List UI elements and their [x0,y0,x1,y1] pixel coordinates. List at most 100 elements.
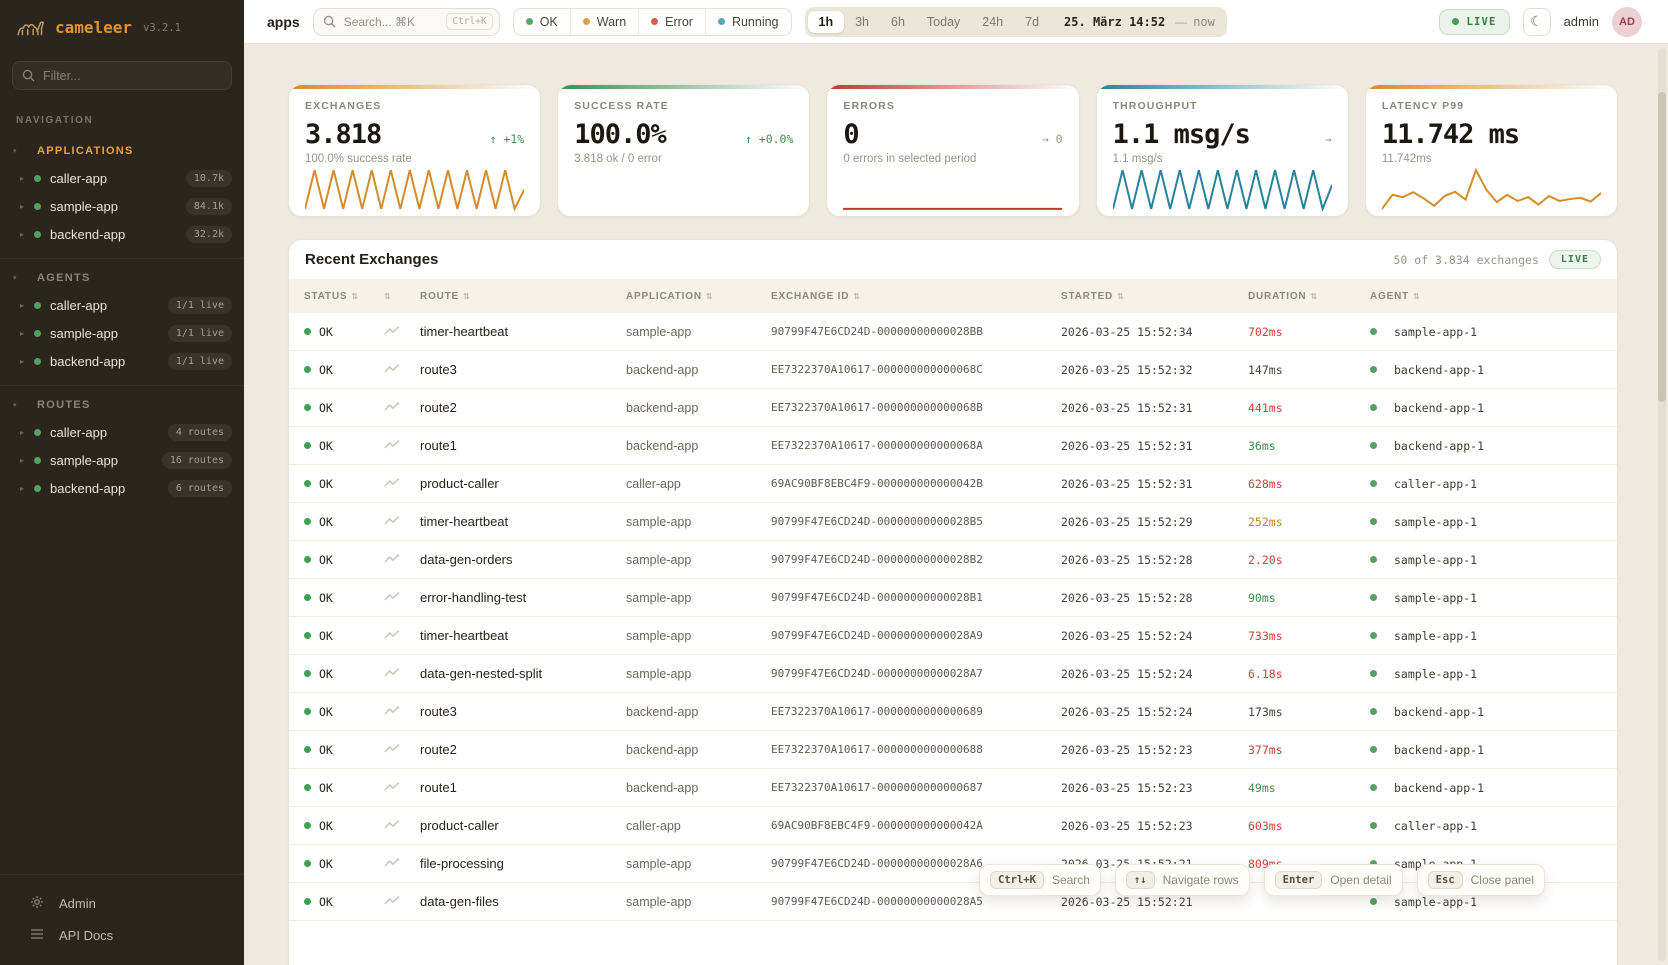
theme-toggle-button[interactable]: ☾ [1523,8,1551,36]
status-filter-error[interactable]: Error [638,9,705,35]
item-count-badge: 4 routes [168,424,232,441]
table-header: Recent Exchanges 50 of 3.834 exchanges L… [289,240,1617,279]
table-row[interactable]: OKroute2backend-appEE7322370A10617-00000… [289,389,1617,427]
agent-cell: sample-app-1 [1370,325,1617,339]
table-row[interactable]: OKtimer-heartbeatsample-app90799F47E6CD2… [289,503,1617,541]
item-label: backend-app [50,481,125,496]
column-header-application[interactable]: APPLICATION⇅ [626,291,771,302]
status-cell: OK [304,515,384,529]
sidebar-item-agents-backend-app[interactable]: ▸backend-app1/1 live [0,347,244,375]
status-filter-group: OKWarn Error Running [513,8,792,36]
column-header-agent[interactable]: AGENT⇅ [1370,291,1617,302]
table-row[interactable]: OKtimer-heartbeatsample-app90799F47E6CD2… [289,313,1617,351]
time-range-6h[interactable]: 6h [880,11,916,33]
table-row[interactable]: OKproduct-callercaller-app69AC90BF8EBC4F… [289,807,1617,845]
section-label: APPLICATIONS [37,145,134,157]
status-filter-label: Error [665,15,693,29]
trend-icon [384,665,420,683]
route-cell: route1 [420,438,626,453]
column-header-status[interactable]: STATUS⇅ [304,291,384,302]
exchange-id-cell: 90799F47E6CD24D-00000000000028BB [771,325,1061,338]
chevron-right-icon: ▸ [20,230,34,239]
column-header-trend[interactable]: ⇅ [384,292,420,301]
sidebar-item-applications-sample-app[interactable]: ▸sample-app84.1k [0,192,244,220]
time-range-3h[interactable]: 3h [844,11,880,33]
table-row[interactable]: OKdata-gen-nested-splitsample-app90799F4… [289,655,1617,693]
scrollbar-track [1658,48,1666,961]
column-header-exchange-id[interactable]: EXCHANGE ID⇅ [771,291,1061,302]
status-filter-warn[interactable]: Warn [570,9,638,35]
item-label: sample-app [50,199,118,214]
status-filter-running[interactable]: Running [705,9,791,35]
scrollbar-thumb[interactable] [1658,92,1666,402]
table-count: 50 of 3.834 exchanges [1394,253,1539,267]
column-header-duration[interactable]: DURATION⇅ [1248,291,1370,302]
table-row[interactable]: OKroute2backend-appEE7322370A10617-00000… [289,731,1617,769]
item-count-badge: 1/1 live [168,325,232,342]
chevron-right-icon: ▸ [20,301,34,310]
started-cell: 2026-03-25 15:52:23 [1061,781,1248,795]
agent-status-dot [1370,366,1377,373]
sidebar-item-agents-caller-app[interactable]: ▸caller-app1/1 live [0,291,244,319]
global-search[interactable]: Ctrl+K [313,8,500,36]
section-header-routes[interactable]: ▾ROUTES [0,394,244,418]
sidebar-item-routes-backend-app[interactable]: ▸backend-app6 routes [0,474,244,502]
sidebar-item-routes-sample-app[interactable]: ▸sample-app16 routes [0,446,244,474]
status-label: OK [319,439,333,453]
trend-icon [384,399,420,417]
table-row[interactable]: OKroute3backend-appEE7322370A10617-00000… [289,351,1617,389]
route-cell: route2 [420,742,626,757]
sidebar-footer-admin[interactable]: Admin [0,887,244,920]
card-accent-strip [1366,85,1617,89]
avatar[interactable]: AD [1612,7,1642,37]
column-header-route[interactable]: ROUTE⇅ [420,291,626,302]
table-row[interactable]: OKdata-gen-orderssample-app90799F47E6CD2… [289,541,1617,579]
table-row[interactable]: OKroute3backend-appEE7322370A10617-00000… [289,693,1617,731]
route-cell: route3 [420,362,626,377]
status-label: OK [319,743,333,757]
trend-icon [384,627,420,645]
section-header-applications[interactable]: ▾APPLICATIONS [0,140,244,164]
time-range-1h[interactable]: 1h [808,11,845,33]
route-cell: data-gen-orders [420,552,626,567]
column-header-label: EXCHANGE ID [771,291,849,302]
sidebar-footer-api-docs[interactable]: API Docs [0,920,244,951]
stat-card-value-row: 11.742 ms [1382,119,1601,150]
status-cell: OK [304,667,384,681]
time-range-24h[interactable]: 24h [971,11,1014,33]
time-range-today[interactable]: Today [916,11,971,33]
table-row[interactable]: OKroute1backend-appEE7322370A10617-00000… [289,769,1617,807]
application-cell: sample-app [626,857,771,871]
column-header-label: STARTED [1061,291,1113,302]
agent-label: sample-app-1 [1394,895,1477,909]
agent-label: sample-app-1 [1394,553,1477,567]
column-header-started[interactable]: STARTED⇅ [1061,291,1248,302]
time-range-7d[interactable]: 7d [1014,11,1050,33]
global-search-input[interactable] [342,14,432,30]
agent-label: caller-app-1 [1394,819,1477,833]
section-header-agents[interactable]: ▾AGENTS [0,267,244,291]
started-cell: 2026-03-25 15:52:32 [1061,363,1248,377]
ok-status-dot [304,480,311,487]
status-label: OK [319,781,333,795]
agent-cell: sample-app-1 [1370,629,1617,643]
exchange-id-cell: EE7322370A10617-0000000000000687 [771,781,1061,794]
duration-cell: 377ms [1248,743,1370,757]
status-dot [34,429,41,436]
sidebar-item-agents-sample-app[interactable]: ▸sample-app1/1 live [0,319,244,347]
sidebar-item-applications-caller-app[interactable]: ▸caller-app10.7k [0,164,244,192]
table-row[interactable]: OKroute1backend-appEE7322370A10617-00000… [289,427,1617,465]
sidebar-filter-input[interactable] [12,61,232,90]
moon-icon: ☾ [1530,13,1543,30]
sidebar-item-routes-caller-app[interactable]: ▸caller-app4 routes [0,418,244,446]
status-dot [34,457,41,464]
hint-label: Navigate rows [1163,873,1239,887]
sidebar-item-applications-backend-app[interactable]: ▸backend-app32.2k [0,220,244,248]
table-row[interactable]: OKerror-handling-testsample-app90799F47E… [289,579,1617,617]
table-row[interactable]: OKproduct-callercaller-app69AC90BF8EBC4F… [289,465,1617,503]
status-filter-ok[interactable]: OK [514,9,570,35]
trend-icon [384,589,420,607]
live-toggle-button[interactable]: LIVE [1439,9,1509,35]
table-row[interactable]: OKtimer-heartbeatsample-app90799F47E6CD2… [289,617,1617,655]
status-dot [526,18,533,25]
